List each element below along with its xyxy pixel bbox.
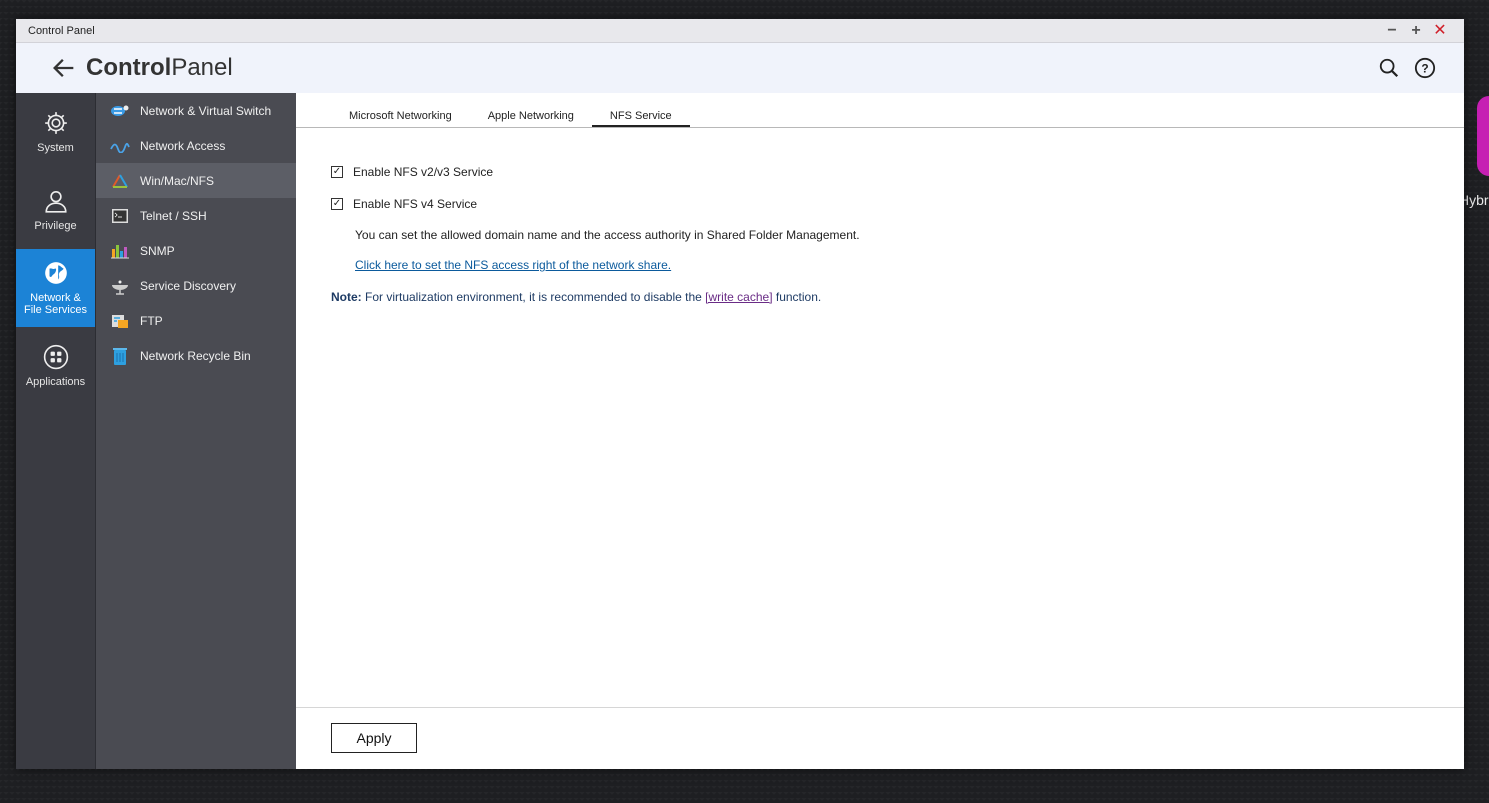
- minimize-button[interactable]: −: [1380, 20, 1404, 42]
- title-bar: Control Panel − + ✕: [16, 19, 1464, 43]
- note-prefix: Note:: [331, 290, 362, 304]
- control-panel-window: Control Panel − + ✕ ControlPanel ? Syste…: [16, 19, 1464, 769]
- note-text: For virtualization environment, it is re…: [361, 290, 706, 304]
- tab-microsoft-networking[interactable]: Microsoft Networking: [331, 107, 470, 127]
- write-cache-link[interactable]: [write cache]: [705, 290, 772, 304]
- back-arrow-icon[interactable]: [50, 54, 78, 82]
- nav-ftp-label: FTP: [140, 313, 163, 328]
- apps-icon: [43, 344, 68, 370]
- nav-privilege[interactable]: Privilege: [16, 171, 95, 249]
- nav-applications-label: Applications: [25, 376, 86, 388]
- nfs-v4-checkbox[interactable]: ✓: [331, 198, 343, 210]
- nav-service-discovery[interactable]: Service Discovery: [96, 268, 296, 303]
- tab-nfs-service[interactable]: NFS Service: [591, 107, 690, 127]
- nav-network-recycle-bin[interactable]: Network Recycle Bin: [96, 338, 296, 373]
- nfs-v4-label: Enable NFS v4 Service: [353, 197, 478, 211]
- virtualization-note: Note: For virtualization environment, it…: [331, 290, 1464, 304]
- nfs-v2v3-checkbox[interactable]: ✓: [331, 166, 343, 178]
- nfs-v2v3-row: ✓ Enable NFS v2/v3 Service: [331, 156, 1464, 188]
- desktop-app-icon[interactable]: [1477, 96, 1489, 176]
- tab-apple-networking[interactable]: Apple Networking: [470, 107, 592, 127]
- page-title-bold: Control: [86, 54, 172, 81]
- ftp-icon: [110, 312, 130, 330]
- nav-network-file-services[interactable]: Network & File Services: [16, 249, 95, 327]
- nav-system-label: System: [37, 142, 74, 154]
- nav-network-file-services-label: Network & File Services: [24, 292, 87, 316]
- svg-text:?: ?: [1421, 62, 1428, 76]
- nav-network-access[interactable]: Network Access: [96, 128, 296, 163]
- search-icon[interactable]: [1374, 53, 1404, 83]
- nav-network-virtual-switch[interactable]: Network & Virtual Switch: [96, 93, 296, 128]
- note-suffix: function.: [772, 290, 822, 304]
- tab-bar: Microsoft Networking Apple Networking NF…: [296, 93, 1464, 128]
- nav-service-discovery-label: Service Discovery: [140, 278, 237, 293]
- primary-nav: System Privilege Network & File Services…: [16, 93, 96, 769]
- globe-icon: [44, 262, 67, 284]
- recycle-bin-icon: [110, 347, 130, 365]
- nav-win-mac-nfs-label: Win/Mac/NFS: [140, 173, 215, 188]
- nfs-v2v3-label: Enable NFS v2/v3 Service: [353, 165, 494, 179]
- nfs-access-right-link[interactable]: Click here to set the NFS access right o…: [355, 258, 1464, 280]
- content-area: Microsoft Networking Apple Networking NF…: [296, 93, 1464, 769]
- help-icon[interactable]: ?: [1410, 53, 1440, 83]
- user-icon: [44, 190, 67, 213]
- terminal-icon: [110, 207, 130, 225]
- nav-privilege-label: Privilege: [34, 220, 77, 232]
- network-switch-icon: [110, 102, 130, 120]
- win-mac-nfs-icon: [110, 172, 130, 190]
- nav-system[interactable]: System: [16, 93, 95, 171]
- nav-snmp[interactable]: SNMP: [96, 233, 296, 268]
- nav-snmp-label: SNMP: [140, 243, 175, 258]
- nfs-v4-row: ✓ Enable NFS v4 Service: [331, 188, 1464, 220]
- nav-network-virtual-switch-label: Network & Virtual Switch: [140, 103, 272, 118]
- nav-win-mac-nfs[interactable]: Win/Mac/NFS: [96, 163, 296, 198]
- nfs-info-text: You can set the allowed domain name and …: [355, 228, 860, 242]
- page-title-light: Panel: [171, 54, 233, 81]
- gear-icon: [44, 112, 67, 134]
- nav-ftp[interactable]: FTP: [96, 303, 296, 338]
- maximize-button[interactable]: +: [1404, 20, 1428, 42]
- close-button[interactable]: ✕: [1428, 20, 1452, 42]
- footer-bar: Apply: [296, 707, 1464, 769]
- nav-applications[interactable]: Applications: [16, 327, 95, 405]
- app-header: ControlPanel ?: [16, 43, 1464, 93]
- nav-network-access-label: Network Access: [140, 138, 226, 153]
- apply-button[interactable]: Apply: [331, 723, 417, 753]
- network-access-icon: [110, 137, 130, 155]
- nav-telnet-ssh-label: Telnet / SSH: [140, 208, 207, 223]
- nav-network-recycle-bin-label: Network Recycle Bin: [140, 348, 251, 363]
- snmp-icon: [110, 242, 130, 260]
- secondary-nav: Network & Virtual Switch Network Access …: [96, 93, 296, 769]
- window-title: Control Panel: [28, 24, 95, 37]
- nav-telnet-ssh[interactable]: Telnet / SSH: [96, 198, 296, 233]
- nfs-panel: ✓ Enable NFS v2/v3 Service ✓ Enable NFS …: [296, 128, 1464, 304]
- page-title: ControlPanel: [86, 54, 1368, 82]
- satellite-icon: [110, 277, 130, 295]
